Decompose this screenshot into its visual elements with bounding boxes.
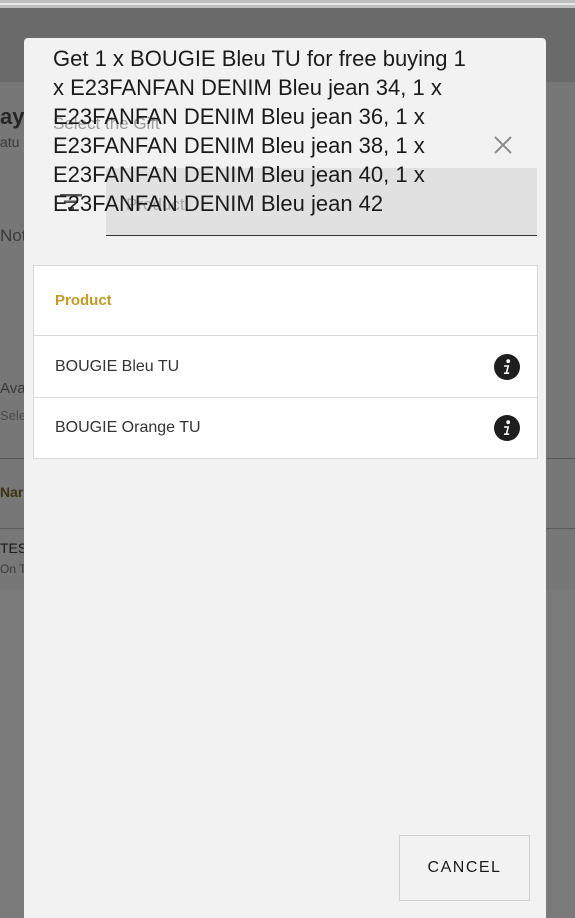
background-select-label: Sele xyxy=(0,408,27,423)
product-name: BOUGIE Orange TU xyxy=(55,419,201,436)
info-icon[interactable] xyxy=(493,414,521,442)
background-row-subtitle: On T xyxy=(0,562,27,576)
product-column-header: Product xyxy=(55,292,112,309)
cancel-button[interactable]: CANCEL xyxy=(399,835,530,901)
table-row[interactable]: BOUGIE Orange TU xyxy=(34,398,537,458)
background-name-header: Nar xyxy=(0,484,24,500)
background-note: Not xyxy=(0,226,27,245)
close-icon xyxy=(494,136,512,154)
background-subtitle: atu xyxy=(0,134,20,150)
product-name: BOUGIE Bleu TU xyxy=(55,357,180,375)
gift-selection-dialog: Get 1 x BOUGIE Bleu TU for free buying 1… xyxy=(24,38,546,918)
close-button[interactable] xyxy=(488,130,518,160)
background-available-label: Ava xyxy=(0,380,26,397)
dialog-title: Get 1 x BOUGIE Bleu TU for free buying 1… xyxy=(53,46,466,216)
background-top-bar xyxy=(0,0,575,8)
table-header: Product xyxy=(34,266,537,336)
table-row[interactable]: BOUGIE Bleu TU xyxy=(34,336,537,398)
info-icon[interactable] xyxy=(493,353,521,381)
product-table: Product BOUGIE Bleu TU BOUGIE Orange TU xyxy=(33,265,538,459)
